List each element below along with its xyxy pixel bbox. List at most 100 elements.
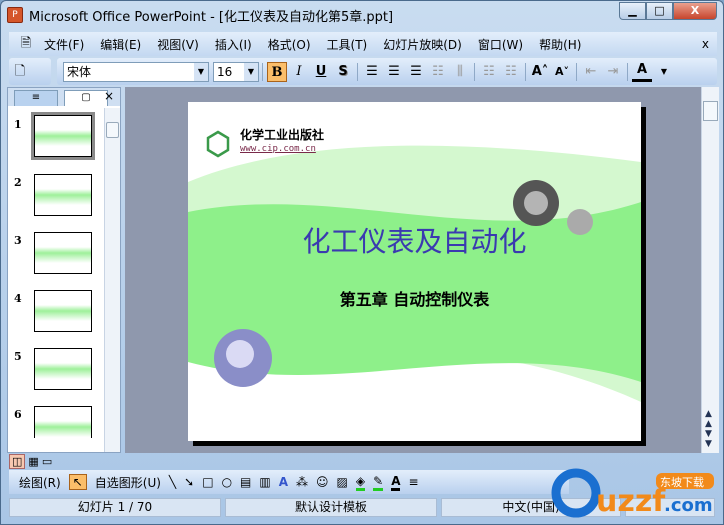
chevron-down-icon[interactable]: ▼	[654, 62, 674, 82]
arrow-icon[interactable]: ➘	[184, 475, 194, 489]
font-size-value: 16	[217, 64, 233, 79]
decrease-font-icon[interactable]: A˅	[552, 62, 572, 82]
increase-font-icon[interactable]: A˄	[530, 62, 550, 82]
clipart-icon[interactable]: ☺	[316, 475, 329, 489]
menu-bar: 🗎 文件(F) 编辑(E) 视图(V) 插入(I) 格式(O) 工具(T) 幻灯…	[9, 32, 717, 56]
new-file-icon[interactable]: 🗋	[10, 62, 30, 82]
slide-subtitle[interactable]: 第五章 自动控制仪表	[188, 286, 641, 310]
uzzf-watermark-logo: uzzf .com 东坡下载	[546, 463, 718, 521]
slide-scrollbar[interactable]: ▲ ▲ ▼ ▼	[701, 87, 719, 453]
separator	[576, 62, 577, 81]
drawing-toolbar: 绘图(R) ↖ 自选图形(U) ╲ ➘ □ ○ ▤ ▥ A ⁂ ☺ ▨ ◈ ✎ …	[9, 470, 569, 494]
line-style-icon[interactable]: ≡	[408, 475, 418, 489]
slide-number: 5	[14, 350, 22, 363]
slide-editing-area: 化学工业出版社 www.cip.com.cn 化工仪表及自动化 第五章 自动控制…	[125, 87, 701, 453]
svg-text:.com: .com	[664, 495, 713, 516]
diagram-icon[interactable]: ⁂	[296, 475, 308, 489]
wordart-icon[interactable]: A	[279, 475, 288, 489]
slide-number: 2	[14, 176, 22, 189]
align-center-icon[interactable]: ☰	[384, 62, 404, 82]
line-color-icon[interactable]: ✎	[373, 474, 384, 491]
menu-insert[interactable]: 插入(I)	[215, 36, 252, 53]
slide-number: 4	[14, 292, 22, 305]
select-objects-icon[interactable]: ↖	[68, 474, 87, 490]
slide-number: 3	[14, 234, 22, 247]
oval-icon[interactable]: ○	[222, 475, 232, 489]
powerpoint-icon: P	[7, 7, 23, 23]
slide-title[interactable]: 化工仪表及自动化	[188, 220, 641, 260]
status-slide-count: 幻灯片 1 / 70	[9, 498, 221, 517]
font-color-icon[interactable]: A	[391, 474, 401, 491]
tab-outline[interactable]: ≡	[14, 90, 58, 106]
increase-indent-icon[interactable]: ⇥	[603, 62, 623, 82]
font-size-select[interactable]: 16 ▼	[213, 61, 259, 82]
line-spacing-icon[interactable]: ☷	[428, 62, 448, 82]
powerpoint-window: P Microsoft Office PowerPoint - [化工仪表及自动…	[0, 0, 724, 525]
align-left-icon[interactable]: ☰	[362, 62, 382, 82]
close-pane-button[interactable]: ×	[104, 89, 114, 103]
picture-icon[interactable]: ▨	[337, 475, 348, 489]
scrollbar-thumb[interactable]	[106, 122, 119, 138]
slide-sorter-icon[interactable]: ▦	[28, 455, 38, 468]
vertical-textbox-icon[interactable]: ▥	[259, 475, 270, 489]
view-buttons: ◫ ▦ ▭	[9, 453, 121, 469]
svg-text:uzzf: uzzf	[596, 484, 666, 519]
publisher-url[interactable]: www.cip.com.cn	[240, 144, 316, 154]
slide-canvas[interactable]: 化学工业出版社 www.cip.com.cn 化工仪表及自动化 第五章 自动控制…	[188, 102, 641, 441]
font-select[interactable]: 宋体 ▼	[63, 61, 209, 82]
menu-edit[interactable]: 编辑(E)	[100, 36, 141, 53]
font-color-button[interactable]: A	[632, 62, 652, 82]
menu-window[interactable]: 窗口(W)	[478, 36, 523, 53]
slide-thumbnail-1[interactable]	[31, 112, 95, 160]
minimize-button[interactable]: ▁	[619, 2, 646, 20]
slide-thumbnail-4[interactable]	[34, 290, 92, 332]
close-button[interactable]: X	[673, 2, 717, 20]
rectangle-icon[interactable]: □	[202, 475, 213, 489]
font-value: 宋体	[67, 65, 92, 79]
separator	[525, 62, 526, 81]
menu-view[interactable]: 视图(V)	[157, 36, 199, 53]
align-right-icon[interactable]: ☰	[406, 62, 426, 82]
italic-button[interactable]: I	[289, 62, 309, 82]
slide-thumbnail-2[interactable]	[34, 174, 92, 216]
thumbnail-scrollbar[interactable]	[104, 108, 120, 452]
shadow-button[interactable]: S	[333, 62, 353, 82]
menu-help[interactable]: 帮助(H)	[539, 36, 581, 53]
formatting-toolbar: 宋体 ▼ 16 ▼ B I U S ☰ ☰ ☰ ☷ ⫼ ☷ ☷ A˄ A˅ ⇤ ⇥ …	[57, 58, 717, 85]
slide-thumbnail-5[interactable]	[34, 348, 92, 390]
separator	[262, 62, 263, 81]
fill-color-icon[interactable]: ◈	[355, 474, 366, 491]
underline-button[interactable]: U	[311, 62, 331, 82]
draw-menu[interactable]: 绘图(R)	[19, 474, 61, 491]
menu-tools[interactable]: 工具(T)	[327, 36, 368, 53]
decrease-indent-icon[interactable]: ⇤	[581, 62, 601, 82]
menu-format[interactable]: 格式(O)	[268, 36, 311, 53]
bold-button[interactable]: B	[267, 61, 287, 82]
numbering-icon[interactable]: ☷	[479, 62, 499, 82]
separator	[627, 62, 628, 81]
normal-view-icon[interactable]: ◫	[9, 453, 26, 469]
text-direction-icon[interactable]: ⫼	[450, 62, 470, 82]
menu-file[interactable]: 文件(F)	[44, 36, 84, 53]
line-icon[interactable]: ╲	[169, 475, 176, 489]
maximize-button[interactable]: □	[646, 2, 673, 20]
menu-slideshow[interactable]: 幻灯片放映(D)	[383, 36, 462, 53]
slides-pane: ≡ ▢ × 1 2 3 4 5 6	[7, 87, 121, 453]
textbox-icon[interactable]: ▤	[240, 475, 251, 489]
slide-number: 6	[14, 408, 22, 421]
slide-thumbnail-3[interactable]	[34, 232, 92, 274]
bullets-icon[interactable]: ☷	[501, 62, 521, 82]
prev-next-slide-icon[interactable]: ▲ ▲ ▼ ▼	[705, 409, 712, 449]
scrollbar-thumb[interactable]	[703, 101, 718, 121]
tab-slides[interactable]: ▢	[64, 90, 108, 106]
window-title: Microsoft Office PowerPoint - [化工仪表及自动化第…	[29, 9, 394, 25]
chevron-down-icon: ▼	[194, 62, 208, 81]
svg-text:东坡下载: 东坡下载	[660, 476, 704, 489]
document-icon: 🗎	[20, 36, 32, 51]
close-document-button[interactable]: x	[702, 37, 709, 51]
slideshow-icon[interactable]: ▭	[42, 455, 52, 468]
publisher-name: 化学工业出版社	[240, 128, 325, 142]
slide-thumbnail-6[interactable]	[34, 406, 92, 438]
autoshapes-menu[interactable]: 自选图形(U)	[95, 474, 161, 491]
slide-number: 1	[14, 118, 22, 131]
